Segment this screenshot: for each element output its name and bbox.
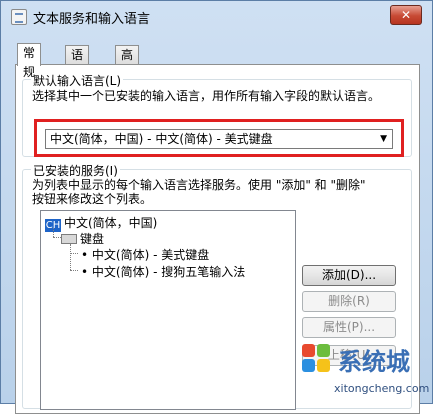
default-language-select-value: 中文(简体，中国) - 中文(简体) - 美式键盘 (50, 132, 273, 146)
bullet-icon: • (81, 265, 89, 279)
installed-services-description-line2: 按钮来修改这个列表。 (32, 192, 153, 206)
windows-logo-icon (302, 344, 332, 374)
tree-item-label: 中文(简体) - 搜狗五笔输入法 (91, 265, 246, 279)
installed-services-label: 已安装的服务(I) (31, 162, 120, 179)
app-icon (11, 9, 27, 25)
highlight-box: 中文(简体，中国) - 中文(简体) - 美式键盘 ▼ (34, 119, 404, 157)
properties-button[interactable]: 属性(P)... (302, 317, 396, 338)
remove-button[interactable]: 删除(R) (302, 291, 396, 312)
bullet-icon: • (81, 248, 89, 262)
tree-connector (53, 228, 54, 237)
tree-item-sogou-wubi[interactable]: • 中文(简体) - 搜狗五笔输入法 (81, 263, 245, 280)
tree-item-us-keyboard[interactable]: • 中文(简体) - 美式键盘 (81, 246, 209, 263)
tree-language-label: 中文(简体，中国) (64, 216, 158, 230)
tab-language-bar[interactable]: 语言栏 (65, 45, 90, 100)
default-language-label: 默认输入语言(L) (31, 72, 124, 89)
tree-connector (70, 253, 78, 254)
watermark-text: 系统城 (338, 347, 410, 376)
site-watermark: 系统城 xitongcheng.com (300, 338, 433, 404)
installed-services-description-line1: 为列表中显示的每个输入语言选择服务。使用 "添加" 和 "删除" (32, 178, 366, 192)
tab-advanced-key-settings[interactable]: 高级键设置 (115, 45, 140, 138)
tree-connector (70, 244, 71, 270)
tree-connector (53, 237, 61, 238)
services-tree[interactable]: CH 中文(简体，中国) 键盘 • 中文(简体) - 美式键盘 • 中文(简体) … (40, 210, 296, 410)
dropdown-arrow-icon: ▼ (380, 134, 387, 144)
default-language-select[interactable]: 中文(简体，中国) - 中文(简体) - 美式键盘 ▼ (45, 129, 393, 149)
close-button[interactable]: ✕ (390, 5, 422, 25)
window-title: 文本服务和输入语言 (33, 12, 151, 27)
tree-keyboard-node[interactable]: 键盘 (61, 230, 104, 247)
keyboard-icon (61, 234, 77, 244)
watermark-url: xitongcheng.com (334, 382, 430, 395)
tree-connector (70, 270, 78, 271)
tab-general[interactable]: 常规 (17, 43, 42, 79)
tree-item-label: 中文(简体) - 美式键盘 (91, 248, 210, 262)
title-bar[interactable]: 文本服务和输入语言 ✕ (1, 1, 432, 31)
default-language-description: 选择其中一个已安装的输入语言，用作所有输入字段的默认语言。 (32, 89, 381, 103)
tree-keyboard-label: 键盘 (80, 232, 105, 246)
add-button[interactable]: 添加(D)... (302, 265, 396, 286)
